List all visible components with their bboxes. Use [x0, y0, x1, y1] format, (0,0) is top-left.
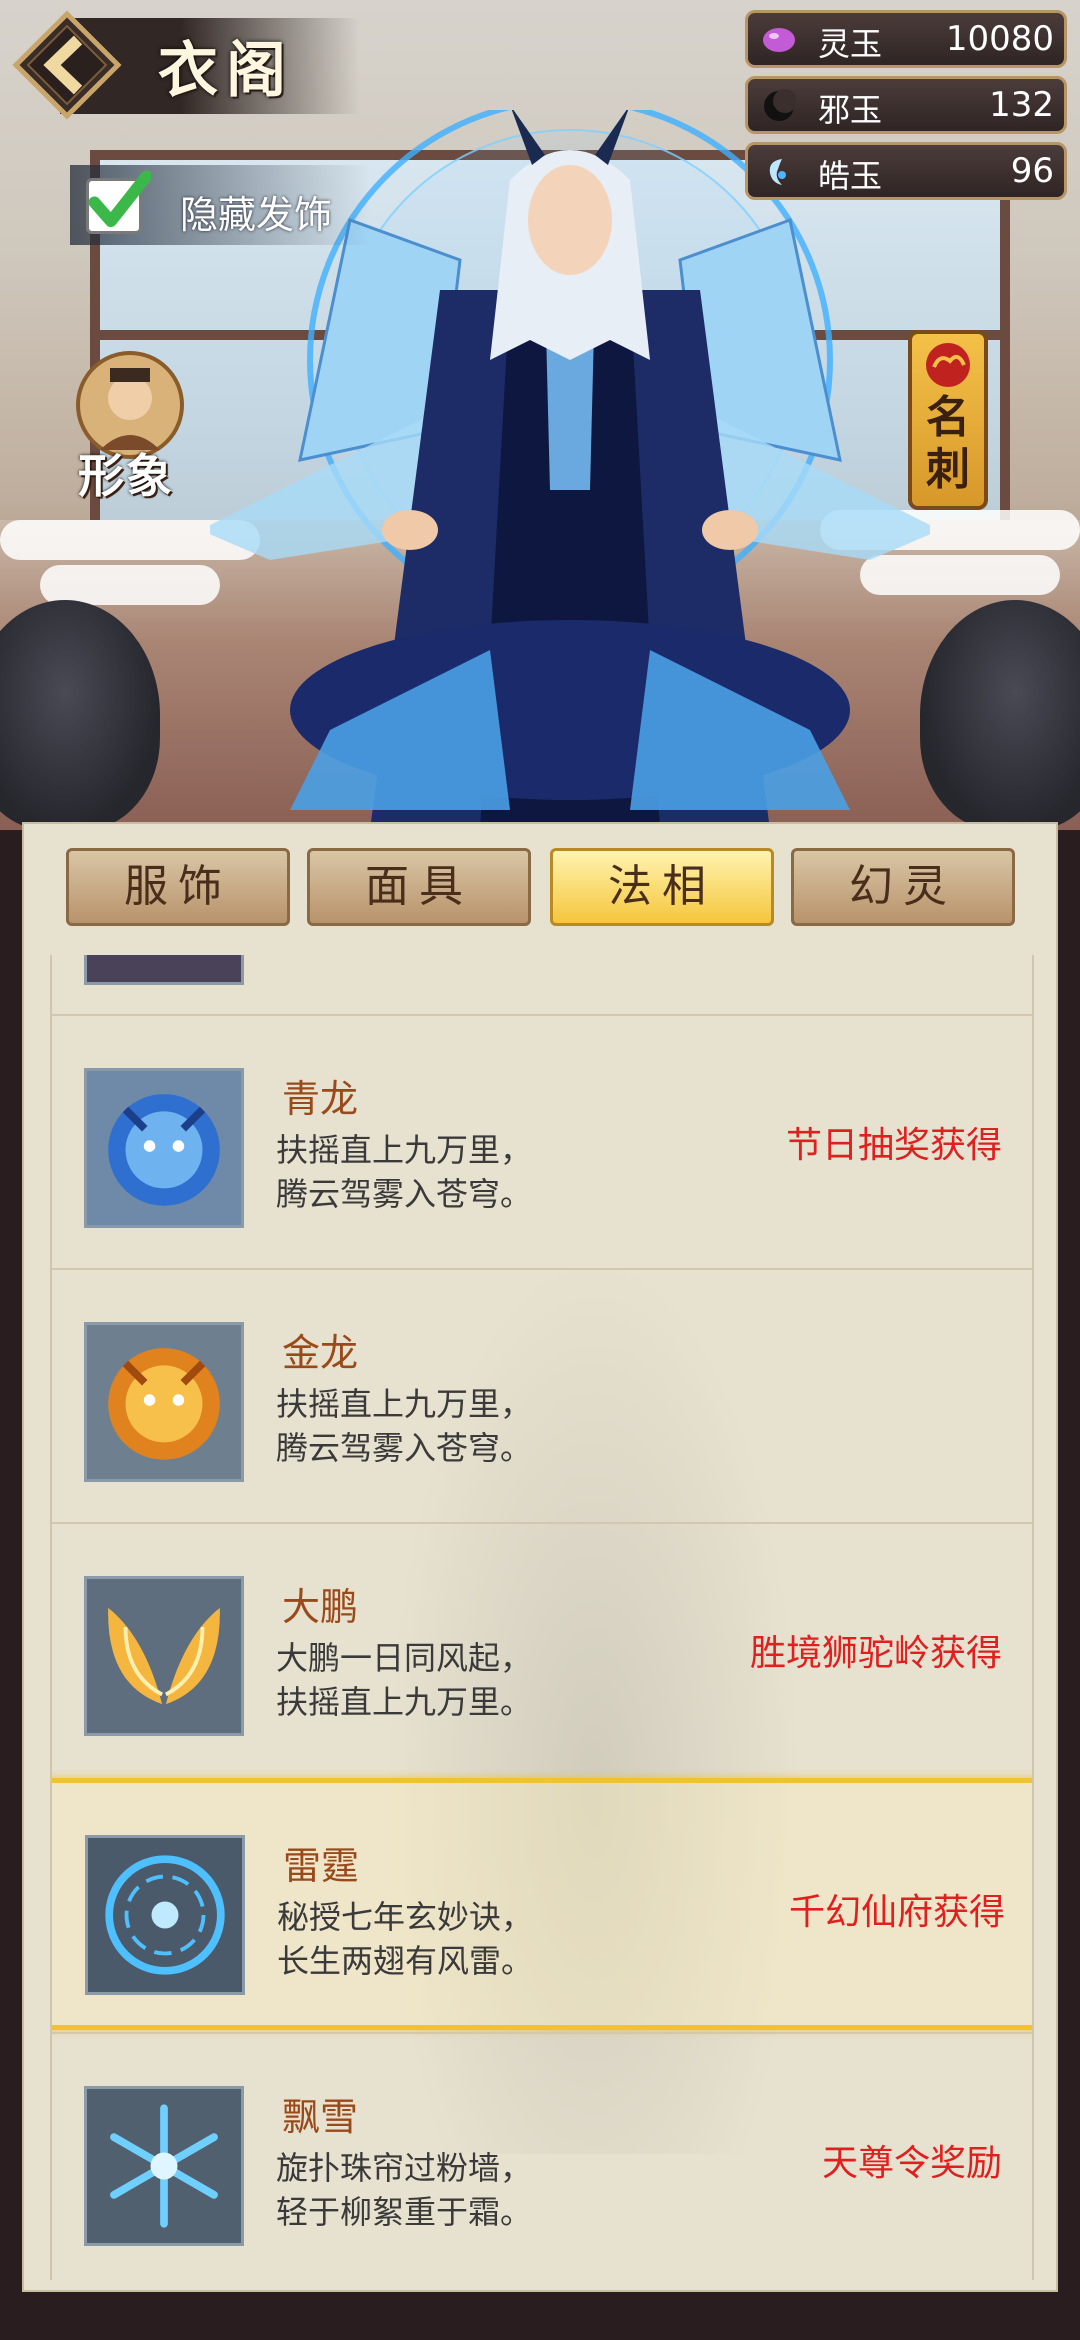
currency-value: 132: [989, 85, 1054, 125]
item-name: 雷霆: [283, 1844, 360, 1888]
item-thumbnail: [84, 955, 244, 985]
namecard-label[interactable]: 名刺: [916, 392, 980, 496]
item-source: 节日抽奖获得: [785, 1125, 1002, 1166]
hide-hair-checkbox[interactable]: [86, 170, 151, 234]
white-jade-icon: [769, 159, 786, 185]
item-source: 千幻仙府获得: [788, 1892, 1005, 1933]
currency-value: 96: [1010, 151, 1054, 191]
item-source: 胜境狮驼岭获得: [749, 1633, 1002, 1674]
dharma-form-list[interactable]: 青龙 扶摇直上九万里， 腾云驾雾入苍穹。 节日抽奖获得 金龙 扶摇直上九万里， …: [50, 955, 1034, 2280]
tab-mask[interactable]: 面具: [307, 848, 531, 926]
item-description: 秘授七年玄妙诀， 长生两翅有风雷。: [277, 1898, 534, 1980]
image-button-label[interactable]: 形象: [78, 440, 174, 506]
item-description: 旋扑珠帘过粉墙， 轻于柳絮重于霜。: [276, 2149, 533, 2231]
item-name: 飘雪: [282, 2095, 359, 2139]
cloud-decoration: [40, 565, 220, 605]
list-item[interactable]: 飘雪 旋扑珠帘过粉墙， 轻于柳絮重于霜。 天尊令奖励: [52, 2032, 1032, 2280]
currency-xieyu[interactable]: 邪玉 132: [745, 76, 1067, 134]
thunder-circle-icon: [85, 1835, 245, 1995]
cloud-seal-icon: [926, 343, 970, 387]
crescent-icon: [764, 89, 796, 121]
list-item[interactable]: [52, 955, 1032, 1005]
portrait-icon: [108, 376, 152, 420]
bottom-bar: [0, 2292, 1080, 2340]
item-description: 扶摇直上九万里， 腾云驾雾入苍穹。: [276, 1385, 533, 1467]
item-name: 大鹏: [282, 1585, 359, 1629]
list-item[interactable]: 青龙 扶摇直上九万里， 腾云驾雾入苍穹。 节日抽奖获得: [52, 1014, 1032, 1266]
character-preview-scene: 衣阁 灵玉 10080 邪玉 132 皓玉 96 隐藏发饰 形象 名刺: [0, 0, 1080, 830]
golden-dragon-icon: [84, 1322, 244, 1482]
tab-phantom-spirit[interactable]: 幻灵: [791, 848, 1015, 926]
blue-dragon-icon: [84, 1068, 244, 1228]
currency-name: 皓玉: [818, 157, 883, 195]
tab-costume[interactable]: 服饰: [66, 848, 290, 926]
list-item[interactable]: 大鹏 大鹏一日同风起， 扶摇直上九万里。 胜境狮驼岭获得: [52, 1522, 1032, 1774]
item-source: 天尊令奖励: [821, 2143, 1002, 2184]
currency-lingyu[interactable]: 灵玉 10080: [745, 10, 1067, 68]
currency-value: 10080: [945, 19, 1054, 59]
item-description: 扶摇直上九万里， 腾云驾雾入苍穹。: [276, 1131, 533, 1213]
checkmark-icon: [88, 170, 151, 228]
page-title: 衣阁: [158, 36, 294, 106]
currency-haoyu[interactable]: 皓玉 96: [745, 142, 1067, 200]
snowflake-icon: [84, 2086, 244, 2246]
hide-hair-label: 隐藏发饰: [180, 193, 333, 237]
tab-dharma-form[interactable]: 法相: [550, 848, 774, 926]
currency-name: 灵玉: [818, 25, 883, 63]
item-name: 金龙: [282, 1331, 359, 1375]
list-item-selected[interactable]: 雷霆 秘授七年玄妙诀， 长生两翅有风雷。 千幻仙府获得: [52, 1778, 1032, 2030]
back-button[interactable]: [12, 10, 122, 120]
currency-name: 邪玉: [818, 91, 883, 129]
golden-wings-icon: [84, 1576, 244, 1736]
orb-icon: [763, 28, 795, 52]
item-description: 大鹏一日同风起， 扶摇直上九万里。: [276, 1639, 533, 1721]
list-item[interactable]: 金龙 扶摇直上九万里， 腾云驾雾入苍穹。: [52, 1268, 1032, 1520]
item-name: 青龙: [282, 1077, 359, 1121]
